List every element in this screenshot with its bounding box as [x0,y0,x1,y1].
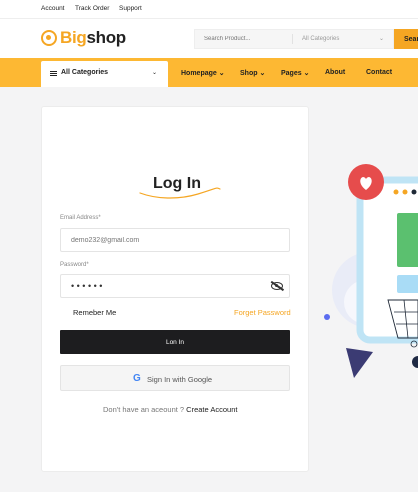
remember-me-checkbox[interactable]: Remeber Me [73,308,116,317]
nav-about[interactable]: About [325,69,345,76]
category-select[interactable]: All Categories [302,36,339,42]
nav-contact[interactable]: Contact [366,69,392,76]
nav-pages[interactable]: Pages ⌄ [281,69,309,77]
logo[interactable]: Bigshop [60,28,126,48]
login-illustration [324,164,418,378]
support-link[interactable]: Support [119,5,142,12]
create-account-link[interactable]: Create Account [186,405,237,414]
nav-homepage-label: Homepage [181,70,217,77]
all-categories-dropdown[interactable]: All Categories ⌄ [41,61,168,87]
all-categories-label: All Categories [61,69,109,76]
site-header: Bigshop All Categories ⌄ Sear [0,19,418,58]
login-card: Log In Email Address* Password* •••••• R… [41,106,309,472]
nav-shop-label: Shop [240,70,258,77]
logo-suffix: shop [86,28,126,47]
search-input[interactable] [195,30,290,48]
nav-homepage[interactable]: Homepage ⌄ [181,69,225,77]
email-field[interactable] [61,229,289,252]
password-value: •••••• [71,281,105,291]
nav-pages-label: Pages [281,70,302,77]
signup-prompt: Don't have an aceount ? Create Account [103,405,237,414]
search-box: All Categories ⌄ [194,29,394,49]
top-utility-bar: Account Track Order Support [0,0,418,19]
login-button[interactable]: Lon In [60,330,290,354]
logo-prefix: Big [60,28,87,47]
chevron-down-icon: ⌄ [152,70,158,76]
password-field[interactable]: •••••• [60,274,290,298]
chevron-down-icon: ⌄ [303,70,310,77]
logo-icon[interactable] [41,30,57,46]
google-icon: G [133,373,141,384]
forgot-password-link[interactable]: Forget Password [234,308,291,317]
chevron-down-icon[interactable]: ⌄ [379,35,384,42]
menu-icon [50,71,57,76]
search-divider [292,34,293,44]
email-field-wrapper [60,228,290,252]
google-signin-label: Sign In with Google [147,375,213,384]
search-button[interactable]: Sear [394,29,418,49]
main-nav: All Categories ⌄ Homepage ⌄ Shop ⌄ Pages… [0,58,418,87]
google-signin-button[interactable]: G Sign In with Google [60,365,290,391]
account-link[interactable]: Account [41,5,65,12]
chevron-down-icon: ⌄ [259,70,266,77]
password-label: Password* [60,262,89,268]
email-label: Email Address* [60,215,101,221]
title-underline-decoration [139,187,221,199]
track-order-link[interactable]: Track Order [75,5,109,12]
nav-shop[interactable]: Shop ⌄ [240,69,265,77]
no-account-text: Don't have an aceount ? [103,405,185,414]
chevron-down-icon: ⌄ [218,70,225,77]
